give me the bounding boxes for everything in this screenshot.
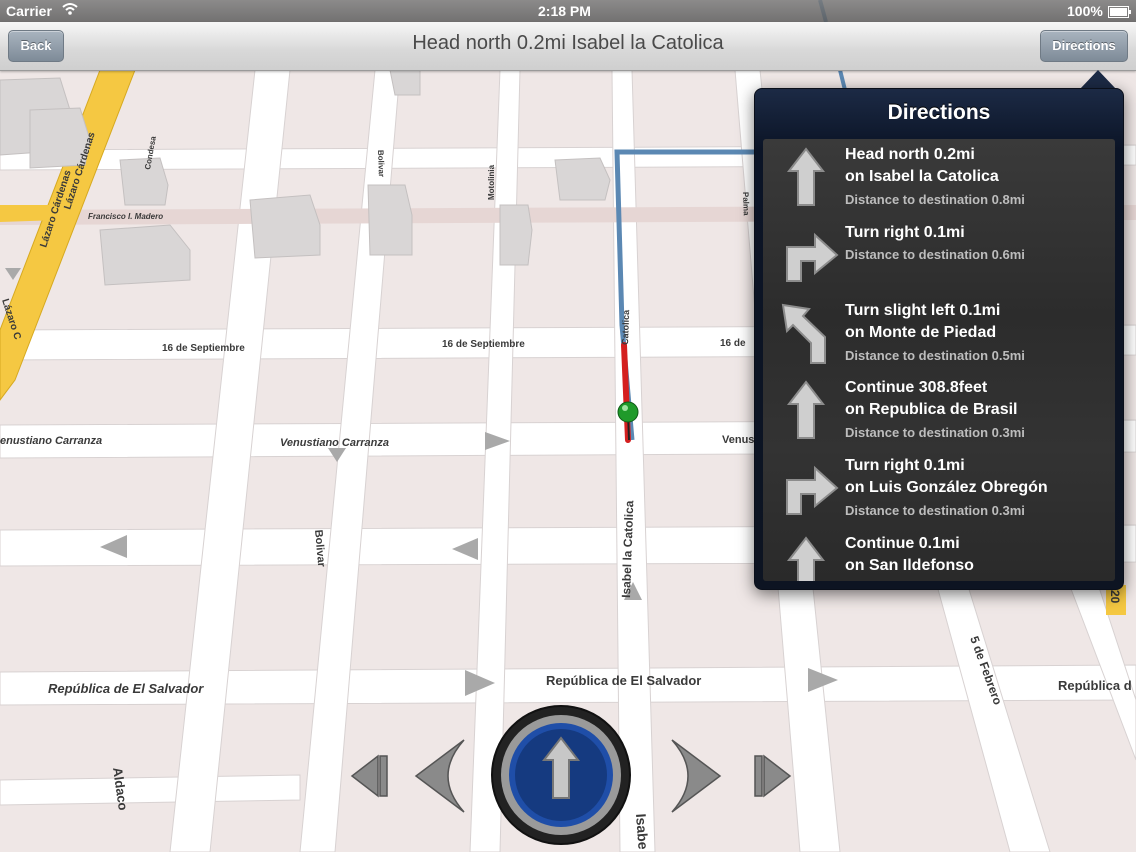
street-label-16-sep-c: 16 de [720,338,746,349]
skip-forward-icon [754,754,792,798]
street-label-salvador-c: República d [1058,678,1132,693]
previous-icon [414,739,465,813]
navigation-bar: Back Head north 0.2mi Isabel la Catolica… [0,22,1136,71]
direction-step[interactable]: Turn right 0.1mi Distance to destination… [763,217,1115,295]
street-label-16-sep-b: 16 de Septiembre [442,339,525,350]
street-label-madero: Francisco I. Madero [88,212,163,221]
street-label-16-sep-a: 16 de Septiembre [162,343,245,354]
svg-text:20: 20 [1108,590,1122,604]
street-label-palma: Palma [741,192,751,216]
street-label-isabel-route: Catolica [620,309,631,345]
directions-button[interactable]: Directions [1040,30,1128,62]
compass-center-button[interactable] [490,704,632,846]
next-button[interactable] [668,738,724,814]
direction-step[interactable]: Continue 0.1mi on San Ildefonso [763,528,1115,581]
direction-step[interactable]: Turn slight left 0.1mi on Monte de Pieda… [763,295,1115,373]
compass-arrow-icon [491,705,631,845]
street-label-carranza-b: Venustiano Carranza [280,437,389,449]
straight-arrow-icon [786,536,826,581]
street-label-motolinia: Motolinia [487,164,496,200]
directions-popover: Directions Head north 0.2mi on Isabel la… [754,88,1124,590]
slight-left-icon [781,303,826,364]
street-label-bolivar-b: Bolivar [376,150,386,177]
wifi-icon [62,2,78,19]
turn-right-icon [786,232,839,282]
popover-title: Directions [887,101,991,124]
street-label-carranza-a: enustiano Carranza [0,435,102,447]
skip-back-icon [350,754,388,798]
status-bar: Carrier 2:18 PM 100% [0,0,1136,22]
directions-list[interactable]: Head north 0.2mi on Isabel la Catolica D… [763,139,1115,581]
straight-arrow-icon [786,380,826,439]
carrier-label: Carrier [6,3,52,19]
clock-label: 2:18 PM [538,3,591,19]
popover-arrow [1080,70,1116,89]
previous-button[interactable] [412,738,468,814]
street-label-salvador-a: República de El Salvador [48,681,204,696]
street-label-salvador-b: República de El Salvador [546,673,701,688]
street-label-carranza-c: Venus [722,434,754,446]
battery-icon [1108,5,1132,21]
direction-step[interactable]: Continue 308.8feet on Republica de Brasi… [763,372,1115,450]
battery-percent: 100% [1067,3,1103,19]
next-icon [671,739,722,813]
page-title: Head north 0.2mi Isabel la Catolica [412,32,724,54]
straight-arrow-icon [786,147,826,206]
direction-step[interactable]: Head north 0.2mi on Isabel la Catolica D… [763,139,1115,217]
direction-step[interactable]: Turn right 0.1mi on Luis González Obregó… [763,450,1115,528]
skip-forward-button[interactable] [752,752,794,800]
skip-back-button[interactable] [348,752,390,800]
turn-right-icon [786,465,839,515]
street-label-isabel-short: Isabe [633,813,651,850]
